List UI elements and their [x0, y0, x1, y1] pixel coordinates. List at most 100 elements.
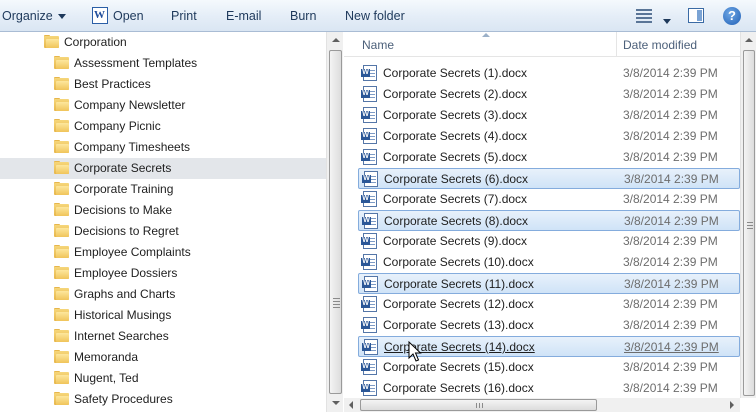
file-name: Corporate Secrets (3).docx	[383, 108, 528, 122]
command-bar: Organize W Open Print E-mail Burn New fo…	[0, 0, 756, 32]
folder-icon	[54, 350, 69, 363]
word-document-icon: W	[361, 191, 377, 207]
file-row[interactable]: W Corporate Secrets (6).docx 3/8/2014 2:39…	[358, 168, 740, 189]
nav-folder-item[interactable]: Assessment Templates	[0, 53, 326, 74]
nav-folder-item[interactable]: Decisions to Regret	[0, 221, 326, 242]
word-document-icon: W	[92, 7, 108, 24]
dropdown-caret-icon	[57, 14, 66, 20]
file-row[interactable]: W Corporate Secrets (12).docx 3/8/2014 2:3…	[358, 294, 740, 315]
file-row[interactable]: W Corporate Secrets (16).docx 3/8/2014 2:3…	[358, 378, 740, 398]
nav-folder-label: Safety Procedures	[74, 392, 173, 406]
help-icon[interactable]: ?	[723, 7, 741, 25]
print-button[interactable]: Print	[171, 8, 197, 24]
file-row[interactable]: W Corporate Secrets (3).docx 3/8/2014 2:39…	[358, 105, 740, 126]
nav-folder-label: Employee Dossiers	[74, 266, 178, 280]
new-folder-button[interactable]: New folder	[345, 8, 405, 24]
folder-icon	[54, 140, 69, 153]
word-document-icon: W	[361, 86, 377, 102]
horizontal-scrollbar[interactable]	[344, 398, 740, 412]
folder-icon	[54, 224, 69, 237]
file-row[interactable]: W Corporate Secrets (11).docx 3/8/2014 2:3…	[358, 273, 740, 294]
nav-folder-item[interactable]: Safety Procedures	[0, 389, 326, 410]
file-name: Corporate Secrets (16).docx	[383, 381, 534, 395]
word-document-icon: W	[361, 380, 377, 396]
nav-folder-label: Historical Musings	[74, 308, 172, 322]
column-header-date-modified[interactable]: Date modified	[623, 38, 697, 52]
nav-folder-item[interactable]: Employee Dossiers	[0, 263, 326, 284]
file-row[interactable]: W Corporate Secrets (8).docx 3/8/2014 2:39…	[358, 210, 740, 231]
file-row[interactable]: W Corporate Secrets (7).docx 3/8/2014 2:39…	[358, 189, 740, 210]
nav-folder-item[interactable]: Company Newsletter	[0, 95, 326, 116]
nav-folder-label: Assessment Templates	[74, 56, 198, 70]
nav-folder-label: Best Practices	[74, 77, 151, 91]
file-date-modified: 3/8/2014 2:39 PM	[624, 340, 719, 354]
view-options-caret-icon[interactable]	[658, 14, 671, 28]
nav-folder-label: Memoranda	[74, 350, 139, 364]
scroll-up-arrow-icon[interactable]	[327, 32, 343, 49]
word-document-icon: W	[362, 339, 378, 355]
nav-folder-item[interactable]: Memoranda	[0, 347, 326, 368]
column-header-row: Name Date modified	[344, 32, 740, 57]
organize-button[interactable]: Organize	[2, 8, 66, 24]
file-name: Corporate Secrets (10).docx	[383, 255, 534, 269]
nav-folder-item[interactable]: Nugent, Ted	[0, 368, 326, 389]
word-document-icon: W	[361, 128, 377, 144]
file-date-modified: 3/8/2014 2:39 PM	[624, 214, 719, 228]
nav-folder-label: Company Picnic	[74, 119, 161, 133]
nav-folder-item[interactable]: Company Picnic	[0, 116, 326, 137]
file-row[interactable]: W Corporate Secrets (1).docx 3/8/2014 2:39…	[358, 63, 740, 84]
nav-folder-item[interactable]: Corporate Secrets	[0, 158, 326, 179]
word-document-icon: W	[361, 254, 377, 270]
file-row[interactable]: W Corporate Secrets (4).docx 3/8/2014 2:39…	[358, 126, 740, 147]
file-name: Corporate Secrets (1).docx	[383, 66, 528, 80]
file-row[interactable]: W Corporate Secrets (13).docx 3/8/2014 2:3…	[358, 315, 740, 336]
nav-folder-root[interactable]: Corporation	[0, 32, 326, 53]
nav-folder-item[interactable]: Best Practices	[0, 74, 326, 95]
nav-folder-label: Corporate Training	[74, 182, 174, 196]
nav-folder-item[interactable]: Corporate Training	[0, 179, 326, 200]
file-row[interactable]: W Corporate Secrets (10).docx 3/8/2014 2:3…	[358, 252, 740, 273]
file-row[interactable]: W Corporate Secrets (5).docx 3/8/2014 2:39…	[358, 147, 740, 168]
scroll-up-arrow-icon[interactable]	[741, 32, 756, 49]
file-name: Corporate Secrets (14).docx	[384, 340, 535, 354]
folder-icon	[54, 245, 69, 258]
scrollbar-thumb[interactable]	[360, 399, 597, 411]
file-name: Corporate Secrets (12).docx	[383, 297, 534, 311]
file-list-scrollbar[interactable]	[740, 32, 756, 398]
scroll-right-arrow-icon[interactable]	[730, 401, 734, 409]
file-row[interactable]: W Corporate Secrets (9).docx 3/8/2014 2:39…	[358, 231, 740, 252]
nav-folder-label: Corporate Secrets	[74, 161, 172, 175]
nav-folder-item[interactable]: Employee Complaints	[0, 242, 326, 263]
change-view-icon[interactable]	[636, 9, 652, 23]
nav-folder-label: Company Timesheets	[74, 140, 191, 154]
file-name: Corporate Secrets (2).docx	[383, 87, 528, 101]
scroll-left-arrow-icon[interactable]	[349, 401, 353, 409]
folder-icon	[44, 35, 59, 48]
folder-icon	[54, 329, 69, 342]
file-date-modified: 3/8/2014 2:39 PM	[623, 234, 718, 248]
burn-button[interactable]: Burn	[290, 8, 316, 24]
nav-folder-item[interactable]: Historical Musings	[0, 305, 326, 326]
nav-folder-item[interactable]: Internet Searches	[0, 326, 326, 347]
nav-folder-label: Internet Searches	[74, 329, 169, 343]
nav-folder-item[interactable]: Graphs and Charts	[0, 284, 326, 305]
nav-folder-item[interactable]: Decisions to Make	[0, 200, 326, 221]
email-button[interactable]: E-mail	[226, 8, 261, 24]
folder-icon	[54, 56, 69, 69]
preview-pane-icon[interactable]	[688, 8, 704, 23]
file-row[interactable]: W Corporate Secrets (2).docx 3/8/2014 2:39…	[358, 84, 740, 105]
file-name: Corporate Secrets (15).docx	[383, 360, 534, 374]
scrollbar-thumb[interactable]	[329, 50, 342, 394]
file-name: Corporate Secrets (4).docx	[383, 129, 528, 143]
scrollbar-thumb[interactable]	[743, 50, 755, 396]
open-button[interactable]: Open	[113, 8, 144, 24]
nav-folder-item[interactable]: Company Timesheets	[0, 137, 326, 158]
scroll-down-arrow-icon[interactable]	[327, 395, 343, 412]
file-date-modified: 3/8/2014 2:39 PM	[623, 381, 718, 395]
navigation-scrollbar[interactable]	[326, 32, 343, 412]
column-header-name[interactable]: Name	[362, 38, 394, 52]
word-document-icon: W	[361, 317, 377, 333]
word-document-icon: W	[361, 107, 377, 123]
file-name: Corporate Secrets (9).docx	[383, 234, 528, 248]
word-document-icon: W	[361, 233, 377, 249]
